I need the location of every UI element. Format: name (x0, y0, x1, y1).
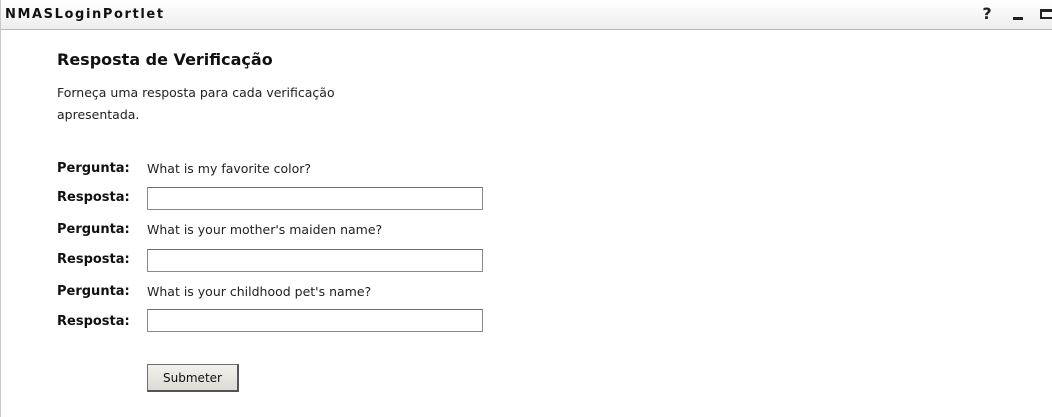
portlet-title: NMASLoginPortlet (5, 7, 165, 22)
question-text-3: What is your childhood pet's name? (147, 284, 372, 299)
answer-input-2[interactable] (147, 249, 483, 272)
submit-button[interactable]: Submeter (147, 364, 239, 392)
answer-label: Resposta: (57, 190, 130, 205)
question-text-1: What is my favorite color? (147, 161, 312, 176)
question-label: Pergunta: (57, 284, 130, 299)
help-icon[interactable]: ? (980, 3, 994, 25)
maximize-icon[interactable] (1039, 3, 1052, 25)
form-heading: Resposta de Verificação (57, 50, 273, 69)
answer-label: Resposta: (57, 252, 130, 267)
answer-input-3[interactable] (147, 309, 483, 332)
question-label: Pergunta: (57, 222, 130, 237)
nmas-login-portlet: NMASLoginPortlet ? Resposta de Verificaç… (0, 0, 1052, 417)
portlet-titlebar: NMASLoginPortlet ? (1, 0, 1052, 30)
answer-input-1[interactable] (147, 187, 483, 210)
minimize-icon[interactable] (1012, 3, 1024, 25)
question-text-2: What is your mother's maiden name? (147, 222, 383, 237)
form-instructions: Forneça uma resposta para cada verificaç… (57, 85, 335, 122)
answer-label: Resposta: (57, 314, 130, 329)
question-label: Pergunta: (57, 161, 130, 176)
